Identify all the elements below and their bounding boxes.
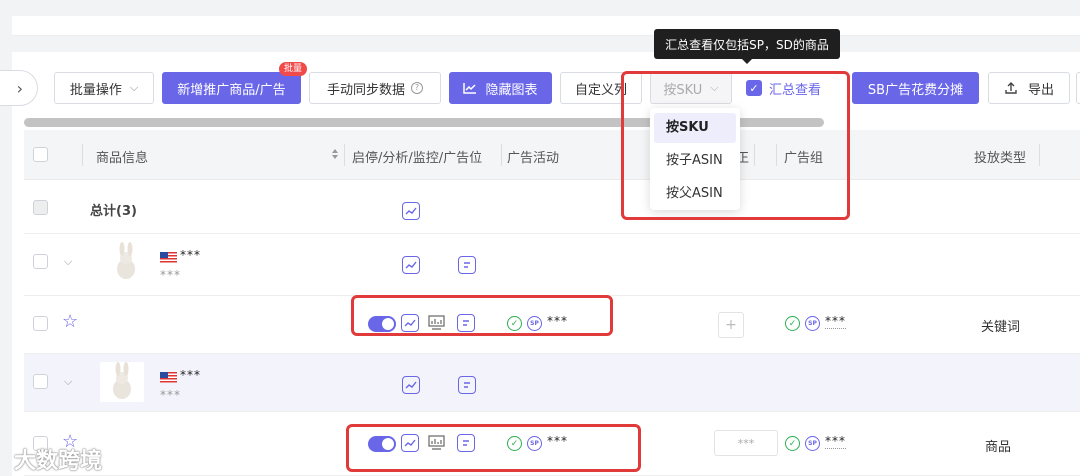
sp-icon: SP xyxy=(527,316,542,331)
tooltip-arrow xyxy=(741,58,753,64)
us-flag-icon xyxy=(160,252,177,263)
product-image xyxy=(104,242,148,282)
check-circle-icon: ✓ xyxy=(507,436,522,451)
header-campaign: 广告活动 xyxy=(507,151,560,166)
dropdown-option-parent-asin[interactable]: 按父ASIN xyxy=(654,179,736,209)
table-row-total: 总计(3) xyxy=(24,180,1080,234)
check-circle-icon: ✓ xyxy=(785,316,800,331)
column-divider xyxy=(344,144,345,166)
total-label: 总计(3) xyxy=(90,204,137,219)
table-header: 商品信息 启停/分析/监控/广告位 广告活动 正 广告组 投放类型 xyxy=(24,130,1080,180)
chevron-down-icon: ⌵ xyxy=(710,81,719,94)
top-card xyxy=(12,16,1080,36)
summary-view-label[interactable]: 汇总查看 xyxy=(769,79,821,98)
table-row: ☆ ✓ SP *** + ✓ SP *** 关键词 xyxy=(24,296,1080,354)
manual-sync-button[interactable]: 手动同步数据? xyxy=(309,72,441,104)
summary-tooltip: 汇总查看仅包括SP，SD的商品 xyxy=(654,29,840,59)
product-subtitle: *** xyxy=(160,388,181,402)
export-button[interactable]: 导出 xyxy=(988,72,1070,104)
us-flag-icon xyxy=(160,372,177,383)
summary-checkbox[interactable]: ✓ xyxy=(746,80,762,96)
column-divider xyxy=(1039,144,1040,166)
monitor-icon[interactable] xyxy=(428,434,445,451)
trend-icon[interactable] xyxy=(402,256,420,274)
trend-icon[interactable] xyxy=(402,202,420,220)
trend-icon[interactable] xyxy=(401,314,419,332)
help-icon: ? xyxy=(411,82,423,94)
check-circle-icon: ✓ xyxy=(507,316,522,331)
header-status: 启停/分析/监控/广告位 xyxy=(352,151,483,166)
sku-select[interactable]: 按SKU ⌵ xyxy=(650,72,732,104)
check-circle-icon: ✓ xyxy=(785,436,800,451)
placement-icon[interactable] xyxy=(458,256,476,274)
table-row: ⌵ *** *** xyxy=(24,234,1080,296)
row-checkbox[interactable] xyxy=(33,254,48,269)
add-promo-button[interactable]: 新增推广商品/广告 xyxy=(162,72,301,104)
hide-chart-button[interactable]: 隐藏图表 xyxy=(449,72,552,104)
chart-icon xyxy=(463,83,477,94)
row-checkbox[interactable] xyxy=(33,316,48,331)
ad-group-name[interactable]: *** xyxy=(825,314,846,329)
upload-icon xyxy=(1005,82,1017,94)
placement-icon[interactable] xyxy=(457,314,475,332)
chevron-down-icon: ⌵ xyxy=(129,81,139,94)
dropdown-option-sku[interactable]: 按SKU xyxy=(654,113,736,143)
product-title: *** xyxy=(180,248,201,262)
product-title: *** xyxy=(180,368,201,382)
targeting-type: 关键词 xyxy=(981,320,1021,335)
trend-icon[interactable] xyxy=(401,434,419,452)
targeting-type: 商品 xyxy=(985,440,1012,455)
column-divider xyxy=(82,144,83,166)
add-button[interactable]: + xyxy=(718,312,744,338)
sp-icon: SP xyxy=(805,316,820,331)
product-subtitle: *** xyxy=(160,268,181,282)
column-divider xyxy=(501,144,502,166)
sp-icon: SP xyxy=(527,436,542,451)
header-group: 广告组 xyxy=(784,151,824,166)
monitor-icon[interactable] xyxy=(428,314,445,331)
sb-split-button[interactable]: SB广告花费分摊 xyxy=(852,72,979,104)
sort-icon[interactable] xyxy=(331,148,339,160)
enable-toggle[interactable] xyxy=(368,436,396,452)
campaign-name[interactable]: *** xyxy=(547,434,568,448)
table-row: ⌵ *** *** xyxy=(24,354,1080,412)
sku-dropdown-menu: 按SKU 按子ASIN 按父ASIN xyxy=(650,108,740,210)
trend-icon[interactable] xyxy=(402,376,420,394)
enable-toggle[interactable] xyxy=(368,316,396,332)
row-checkbox[interactable] xyxy=(33,374,48,389)
custom-columns-button[interactable]: 自定义列 xyxy=(560,72,642,104)
column-divider xyxy=(754,144,755,166)
select-all-checkbox[interactable] xyxy=(33,147,48,162)
bulk-badge: 批量 xyxy=(279,62,308,76)
watermark-logo: 大数跨境 xyxy=(14,443,102,475)
row-checkbox xyxy=(33,200,48,215)
header-product: 商品信息 xyxy=(96,151,149,166)
sp-icon: SP xyxy=(805,436,820,451)
dropdown-option-child-asin[interactable]: 按子ASIN xyxy=(654,146,736,176)
header-type: 投放类型 xyxy=(974,151,1027,166)
chevron-down-icon[interactable]: ⌵ xyxy=(64,255,72,269)
chevron-down-icon[interactable]: ⌵ xyxy=(64,375,72,389)
ad-group-name[interactable]: *** xyxy=(825,434,846,449)
chevron-right-icon: › xyxy=(16,78,23,98)
campaign-name[interactable]: *** xyxy=(547,314,568,328)
table-row: ☆ ✓ SP *** *** ✓ SP *** 商品 xyxy=(24,412,1080,476)
sidebar-collapse-button[interactable]: › xyxy=(0,70,38,106)
watermark-text: 大数跨境 xyxy=(14,449,103,474)
placement-icon[interactable] xyxy=(457,434,475,452)
more-button[interactable] xyxy=(1076,72,1080,104)
placement-icon[interactable] xyxy=(458,376,476,394)
extra-field[interactable]: *** xyxy=(714,430,778,456)
star-icon[interactable]: ☆ xyxy=(62,311,78,332)
column-divider xyxy=(776,144,777,166)
product-image xyxy=(100,362,144,402)
bulk-ops-button[interactable]: 批量操作 ⌵ xyxy=(54,72,154,104)
